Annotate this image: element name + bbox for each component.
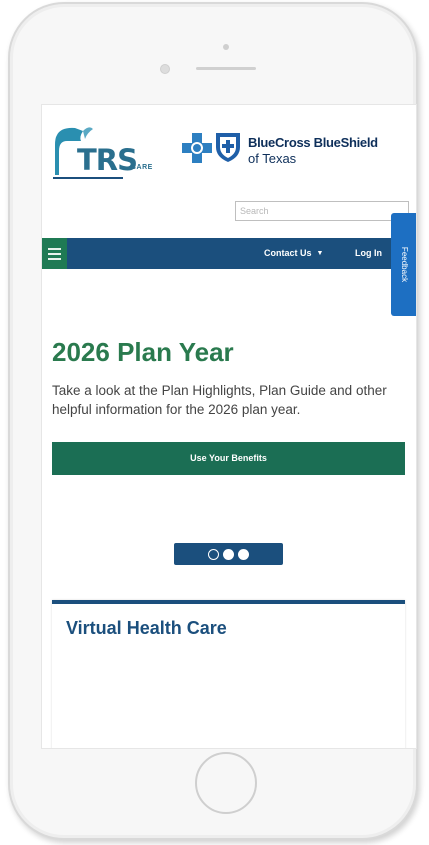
carousel-indicators bbox=[174, 543, 283, 565]
trs-logo-text: TRS bbox=[77, 143, 138, 177]
feedback-tab[interactable]: Feedback bbox=[391, 213, 416, 316]
trs-care-logo[interactable]: TRS CARE bbox=[53, 125, 165, 187]
use-your-benefits-button[interactable]: Use Your Benefits bbox=[52, 442, 405, 475]
caret-down-icon: ▼ bbox=[316, 250, 324, 257]
contact-us-menu[interactable]: Contact Us ▼ bbox=[264, 238, 323, 269]
login-link[interactable]: Log In bbox=[355, 238, 382, 269]
home-button[interactable] bbox=[195, 752, 257, 814]
blue-shield-icon bbox=[216, 133, 240, 162]
contact-us-label: Contact Us bbox=[264, 248, 312, 258]
hero-title: 2026 Plan Year bbox=[52, 337, 234, 367]
bcbs-logo[interactable]: BlueCross BlueShield of Texas bbox=[182, 131, 416, 171]
carousel-dot-3[interactable] bbox=[238, 548, 249, 560]
blue-cross-icon bbox=[182, 133, 212, 163]
phone-frame: TRS CARE BlueCross BlueShield of Texas S… bbox=[8, 2, 418, 840]
main-navbar: Contact Us ▼ Log In bbox=[42, 238, 416, 269]
bcbs-state: of Texas bbox=[248, 151, 297, 166]
bcbs-name: BlueCross BlueShield bbox=[248, 135, 378, 150]
virtual-health-care-card[interactable]: Virtual Health Care bbox=[52, 600, 405, 748]
camera-icon bbox=[223, 44, 229, 50]
hero-description: Take a look at the Plan Highlights, Plan… bbox=[52, 383, 387, 417]
phone-screen: TRS CARE BlueCross BlueShield of Texas S… bbox=[41, 104, 417, 749]
carousel-dot-1[interactable] bbox=[208, 548, 219, 560]
carousel-dot-2[interactable] bbox=[223, 548, 234, 560]
sensor-icon bbox=[160, 64, 170, 74]
feedback-label: Feedback bbox=[400, 246, 410, 283]
trs-logo-sub: CARE bbox=[131, 164, 153, 171]
card-title: Virtual Health Care bbox=[66, 618, 227, 638]
speaker-grille bbox=[196, 67, 256, 70]
search-input[interactable] bbox=[235, 201, 409, 221]
hamburger-menu-icon[interactable] bbox=[42, 238, 67, 269]
